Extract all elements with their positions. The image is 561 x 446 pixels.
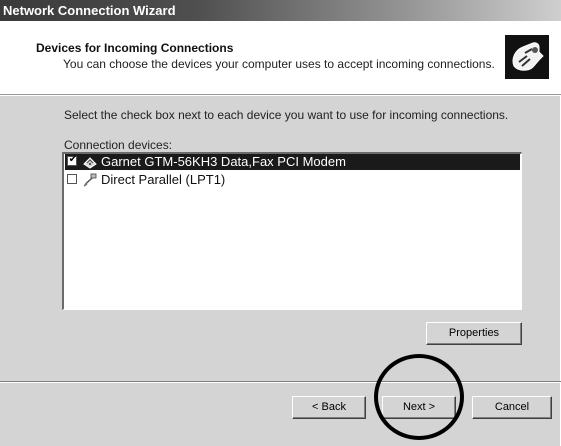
device-label-modem: Garnet GTM-56KH3 Data,Fax PCI Modem (101, 154, 346, 169)
next-button[interactable]: Next > (382, 396, 456, 419)
wizard-window: Network Connection Wizard Devices for In… (0, 0, 561, 446)
footer-divider (0, 381, 561, 383)
instruction-text: Select the check box next to each device… (64, 108, 509, 122)
wizard-header: Devices for Incoming Connections You can… (0, 21, 561, 94)
connection-devices-label: Connection devices: (64, 138, 173, 152)
cancel-button[interactable]: Cancel (472, 396, 552, 419)
header-divider (0, 94, 561, 96)
header-title: Devices for Incoming Connections (36, 41, 234, 55)
device-checkbox-parallel[interactable] (67, 174, 77, 184)
device-checkbox-modem[interactable]: ✔ (67, 154, 78, 166)
modem-icon (83, 155, 97, 169)
title-bar[interactable]: Network Connection Wizard (0, 0, 561, 21)
connection-devices-list[interactable]: ✔ Garnet GTM-56KH3 Data,Fax PCI Modem Di… (62, 152, 522, 310)
properties-button[interactable]: Properties (426, 322, 522, 345)
header-subtitle: You can choose the devices your computer… (63, 57, 495, 71)
device-row-parallel[interactable]: Direct Parallel (LPT1) (65, 172, 520, 188)
parallel-port-icon (83, 173, 97, 187)
device-row-modem[interactable]: ✔ Garnet GTM-56KH3 Data,Fax PCI Modem (65, 154, 520, 170)
window-title: Network Connection Wizard (3, 3, 176, 18)
network-wizard-icon (505, 35, 549, 79)
back-button[interactable]: < Back (292, 396, 366, 419)
device-label-parallel: Direct Parallel (LPT1) (101, 172, 226, 187)
checkmark-icon: ✔ (68, 154, 78, 165)
